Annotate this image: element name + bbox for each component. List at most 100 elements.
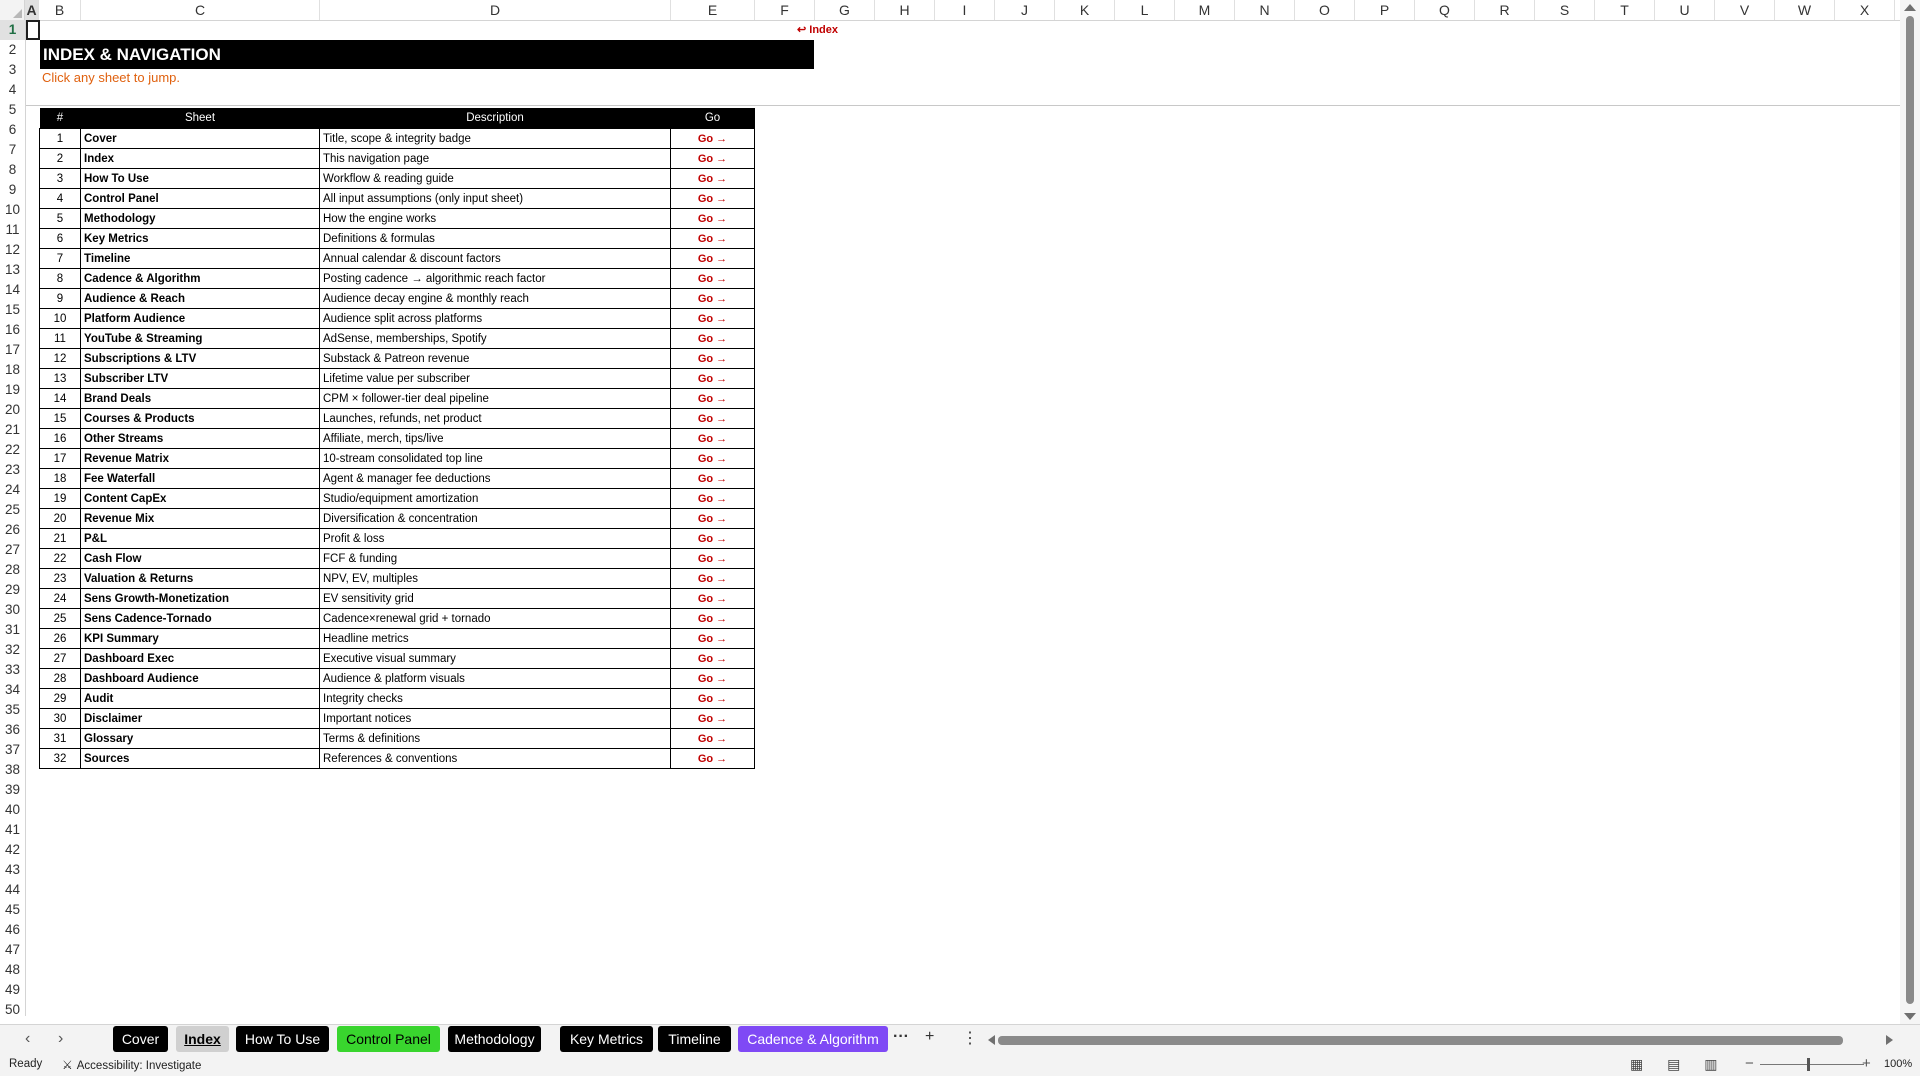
go-link[interactable]: Go → xyxy=(670,688,755,709)
column-header-t[interactable]: T xyxy=(1595,0,1655,20)
row-header-44[interactable]: 44 xyxy=(0,880,25,900)
row-header-13[interactable]: 13 xyxy=(0,260,25,280)
go-link[interactable]: Go → xyxy=(670,148,755,169)
row-header-29[interactable]: 29 xyxy=(0,580,25,600)
row-header-45[interactable]: 45 xyxy=(0,900,25,920)
zoom-slider-thumb[interactable] xyxy=(1807,1058,1810,1071)
sheet-tab-timeline[interactable]: Timeline xyxy=(658,1026,731,1052)
column-header-k[interactable]: K xyxy=(1055,0,1115,20)
go-link[interactable]: Go → xyxy=(670,128,755,149)
scroll-right-arrow-icon[interactable] xyxy=(1886,1035,1893,1045)
go-link[interactable]: Go → xyxy=(670,248,755,269)
kebab-menu-icon[interactable]: ⋮ xyxy=(962,1028,978,1048)
go-link[interactable]: Go → xyxy=(670,308,755,329)
row-header-24[interactable]: 24 xyxy=(0,480,25,500)
column-header-e[interactable]: E xyxy=(671,0,755,20)
sheet-tab-index[interactable]: Index xyxy=(176,1026,229,1052)
row-header-28[interactable]: 28 xyxy=(0,560,25,580)
go-link[interactable]: Go → xyxy=(670,528,755,549)
active-cell-a1[interactable] xyxy=(26,20,40,40)
row-header-33[interactable]: 33 xyxy=(0,660,25,680)
go-link[interactable]: Go → xyxy=(670,608,755,629)
add-sheet-button[interactable]: + xyxy=(925,1028,934,1046)
row-header-19[interactable]: 19 xyxy=(0,380,25,400)
row-header-39[interactable]: 39 xyxy=(0,780,25,800)
sheet-tab-key-metrics[interactable]: Key Metrics xyxy=(560,1026,653,1052)
go-link[interactable]: Go → xyxy=(670,328,755,349)
grid-view-icon[interactable]: ▦ xyxy=(1630,1056,1643,1072)
column-header-l[interactable]: L xyxy=(1115,0,1175,20)
column-header-w[interactable]: W xyxy=(1775,0,1835,20)
page-layout-icon[interactable]: ▤ xyxy=(1667,1056,1680,1072)
go-link[interactable]: Go → xyxy=(670,268,755,289)
row-header-50[interactable]: 50 xyxy=(0,1000,25,1016)
row-header-14[interactable]: 14 xyxy=(0,280,25,300)
column-header-b[interactable]: B xyxy=(39,0,81,20)
page-break-icon[interactable]: ▥ xyxy=(1704,1056,1717,1072)
horizontal-scrollbar[interactable] xyxy=(988,1033,1893,1047)
go-link[interactable]: Go → xyxy=(670,748,755,769)
row-header-23[interactable]: 23 xyxy=(0,460,25,480)
go-link[interactable]: Go → xyxy=(670,508,755,529)
row-header-2[interactable]: 2 xyxy=(0,40,25,60)
row-header-40[interactable]: 40 xyxy=(0,800,25,820)
row-header-17[interactable]: 17 xyxy=(0,340,25,360)
row-header-26[interactable]: 26 xyxy=(0,520,25,540)
more-tabs-button[interactable]: ··· xyxy=(893,1028,909,1046)
go-link[interactable]: Go → xyxy=(670,408,755,429)
column-header-j[interactable]: J xyxy=(995,0,1055,20)
column-header-c[interactable]: C xyxy=(81,0,320,20)
row-header-47[interactable]: 47 xyxy=(0,940,25,960)
row-header-30[interactable]: 30 xyxy=(0,600,25,620)
go-link[interactable]: Go → xyxy=(670,548,755,569)
vertical-scrollbar[interactable] xyxy=(1900,0,1920,1024)
row-header-36[interactable]: 36 xyxy=(0,720,25,740)
row-header-46[interactable]: 46 xyxy=(0,920,25,940)
row-header-27[interactable]: 27 xyxy=(0,540,25,560)
sheet-tab-cover[interactable]: Cover xyxy=(113,1026,168,1052)
row-header-31[interactable]: 31 xyxy=(0,620,25,640)
column-header-d[interactable]: D xyxy=(320,0,671,20)
zoom-level[interactable]: 100% xyxy=(1884,1058,1912,1070)
go-link[interactable]: Go → xyxy=(670,228,755,249)
row-header-4[interactable]: 4 xyxy=(0,80,25,100)
row-header-8[interactable]: 8 xyxy=(0,160,25,180)
zoom-in-button[interactable]: + xyxy=(1862,1055,1871,1072)
go-link[interactable]: Go → xyxy=(670,588,755,609)
row-header-5[interactable]: 5 xyxy=(0,100,25,120)
row-header-16[interactable]: 16 xyxy=(0,320,25,340)
row-header-15[interactable]: 15 xyxy=(0,300,25,320)
column-header-s[interactable]: S xyxy=(1535,0,1595,20)
row-header-49[interactable]: 49 xyxy=(0,980,25,1000)
scroll-down-arrow-icon[interactable] xyxy=(1904,1013,1916,1020)
row-header-43[interactable]: 43 xyxy=(0,860,25,880)
zoom-slider-track[interactable] xyxy=(1760,1064,1864,1065)
row-header-1[interactable]: 1 xyxy=(0,20,25,40)
column-header-f[interactable]: F xyxy=(755,0,815,20)
row-header-35[interactable]: 35 xyxy=(0,700,25,720)
go-link[interactable]: Go → xyxy=(670,428,755,449)
row-header-34[interactable]: 34 xyxy=(0,680,25,700)
row-header-32[interactable]: 32 xyxy=(0,640,25,660)
column-header-h[interactable]: H xyxy=(875,0,935,20)
row-header-12[interactable]: 12 xyxy=(0,240,25,260)
row-header-42[interactable]: 42 xyxy=(0,840,25,860)
row-header-18[interactable]: 18 xyxy=(0,360,25,380)
row-header-48[interactable]: 48 xyxy=(0,960,25,980)
horizontal-scroll-thumb[interactable] xyxy=(998,1036,1843,1045)
column-header-i[interactable]: I xyxy=(935,0,995,20)
go-link[interactable]: Go → xyxy=(670,168,755,189)
select-all-corner[interactable] xyxy=(0,0,25,20)
column-header-o[interactable]: O xyxy=(1295,0,1355,20)
row-header-21[interactable]: 21 xyxy=(0,420,25,440)
row-header-41[interactable]: 41 xyxy=(0,820,25,840)
go-link[interactable]: Go → xyxy=(670,448,755,469)
go-link[interactable]: Go → xyxy=(670,568,755,589)
row-header-37[interactable]: 37 xyxy=(0,740,25,760)
column-header-n[interactable]: N xyxy=(1235,0,1295,20)
scroll-left-arrow-icon[interactable] xyxy=(988,1035,995,1045)
column-header-a[interactable]: A xyxy=(25,0,39,20)
go-link[interactable]: Go → xyxy=(670,468,755,489)
go-link[interactable]: Go → xyxy=(670,348,755,369)
go-link[interactable]: Go → xyxy=(670,628,755,649)
